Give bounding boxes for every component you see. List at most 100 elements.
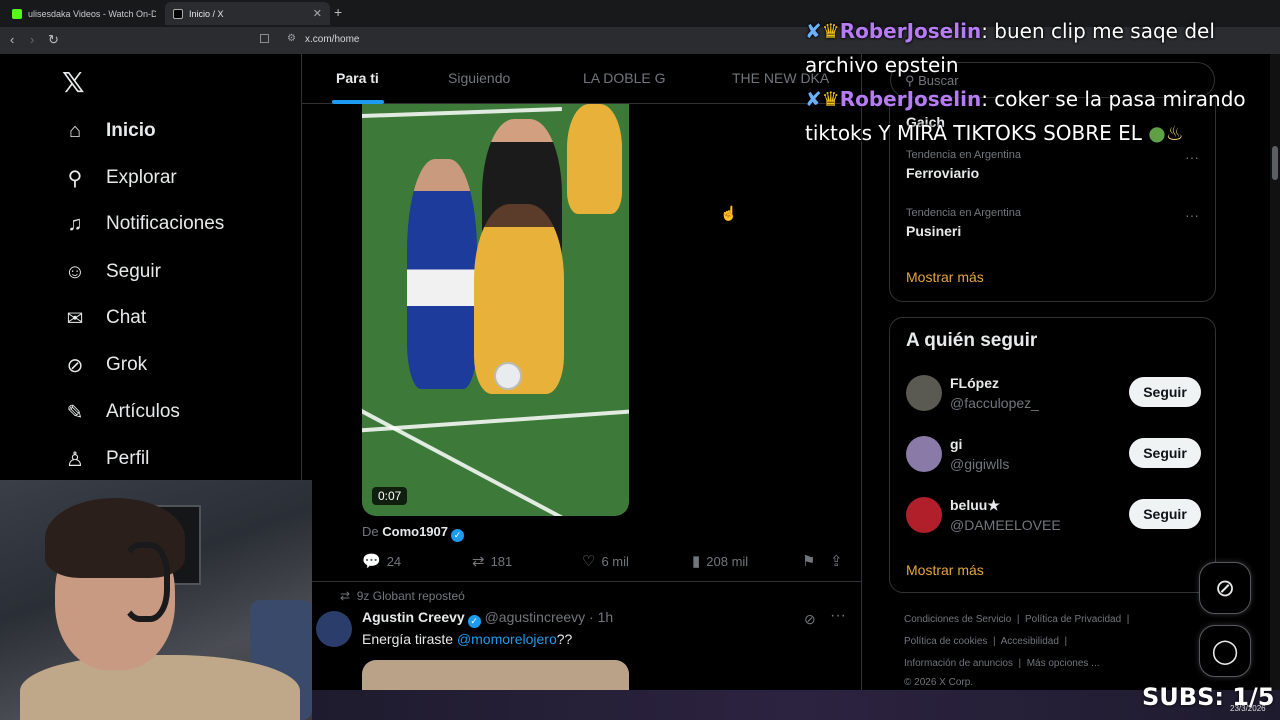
kick-favicon-icon: [12, 8, 22, 19]
footer-link[interactable]: Política de cookies: [904, 636, 987, 647]
verified-badge-icon: ✓: [467, 615, 481, 628]
mention-link[interactable]: @momorelojero: [457, 631, 557, 647]
bookmark-button[interactable]: ⚑: [802, 552, 821, 570]
trend-item[interactable]: Tendencia en Argentina Pusineri: [906, 207, 1021, 239]
suggestion-name[interactable]: beluu★: [950, 497, 1000, 514]
browser-tab-kick[interactable]: ulisesdaka Videos - Watch On-Deman: [4, 2, 164, 25]
chart-icon: ▮: [692, 553, 701, 570]
post-body-end: ??: [556, 631, 573, 647]
suggestion-name[interactable]: gi: [950, 436, 962, 452]
nav-item-grok[interactable]: ⊘ Grok: [62, 347, 148, 383]
footer-links: Condiciones de Servicio | Política de Pr…: [904, 614, 1130, 625]
nav-item-notificaciones[interactable]: ♫ Notificaciones: [62, 206, 225, 242]
nav-label: Explorar: [106, 167, 177, 188]
nav-item-explorar[interactable]: ⚲ Explorar: [62, 160, 177, 196]
footer-links: Información de anuncios | Más opciones .…: [904, 658, 1100, 669]
tab-para-ti[interactable]: Para ti: [336, 70, 379, 86]
search-icon: ⚲: [67, 167, 83, 190]
add-user-icon: ☺: [64, 260, 86, 283]
tab-siguiendo[interactable]: Siguiendo: [448, 70, 510, 86]
author-name[interactable]: Agustin Creevy: [362, 609, 465, 625]
crown-icon: ♛: [821, 87, 840, 111]
trend-item[interactable]: Tendencia en Argentina Ferroviario: [906, 149, 1021, 181]
copyright: © 2026 X Corp.: [904, 677, 974, 688]
nav-item-seguir[interactable]: ☺ Seguir: [62, 254, 161, 290]
forward-icon[interactable]: ›: [30, 32, 34, 47]
webcam-body: [20, 655, 300, 720]
video-source: De Como1907 ✓: [362, 524, 464, 542]
like-count: 6 mil: [601, 553, 629, 569]
grok-fab-button[interactable]: ⊘: [1199, 562, 1251, 614]
avatar[interactable]: [316, 611, 352, 647]
back-icon[interactable]: ‹: [10, 32, 14, 47]
grok-icon: ⊘: [66, 354, 84, 377]
post-actions: 💬 24 ⇄ 181 ♡ 6 mil ▮ 208 mil ⚑ ⇪: [362, 552, 852, 572]
follow-button[interactable]: Seguir: [1129, 438, 1201, 468]
profile-icon: ♙: [66, 448, 84, 471]
close-tab-icon[interactable]: ✕: [313, 7, 322, 20]
source-account-link[interactable]: Como1907: [382, 524, 448, 539]
share-button[interactable]: ⇪: [830, 552, 849, 570]
follow-suggestion[interactable]: FLópez @facculopez_ Seguir: [906, 375, 1201, 415]
author-handle[interactable]: @agustincreevy: [485, 609, 586, 625]
avatar[interactable]: [906, 375, 942, 411]
reply-count: 24: [386, 553, 402, 569]
nav-label: Artículos: [106, 401, 180, 422]
tab-la-doble-g[interactable]: LA DOBLE G: [583, 70, 665, 86]
more-options-icon[interactable]: ···: [1185, 207, 1199, 223]
nav-item-articulos[interactable]: ✎ Artículos: [62, 394, 180, 430]
headphones-icon: [120, 542, 170, 622]
right-sidebar: ⚲ Buscar Gaich Tendencia en Argentina Fe…: [862, 54, 1280, 720]
nav-label: Notificaciones: [106, 213, 225, 234]
post-text: Energía tiraste @momorelojero??: [362, 631, 572, 647]
follow-suggestion[interactable]: beluu★ @DAMEELOVEE Seguir: [906, 497, 1201, 537]
nav-item-inicio[interactable]: ⌂ Inicio: [62, 113, 156, 149]
chat-username: RoberJoselin: [839, 87, 982, 111]
suggestion-handle: @gigiwlls: [950, 456, 1010, 472]
suggestion-name[interactable]: FLópez: [950, 375, 999, 391]
view-count: 208 mil: [706, 553, 749, 569]
grok-icon[interactable]: ⊘: [804, 611, 816, 628]
follow-suggestion[interactable]: gi @gigiwlls Seguir: [906, 436, 1201, 476]
avatar[interactable]: [906, 497, 942, 533]
more-options-icon[interactable]: ···: [1185, 149, 1199, 165]
avatar[interactable]: [906, 436, 942, 472]
x-logo-icon[interactable]: 𝕏: [62, 66, 85, 99]
footer-link[interactable]: Más opciones ...: [1027, 658, 1100, 669]
url-field[interactable]: x.com/home: [305, 34, 359, 45]
footer-link[interactable]: Política de Privacidad: [1025, 614, 1121, 625]
webcam-overlay: [0, 480, 312, 720]
footer-link[interactable]: Accesibilidad: [1001, 636, 1059, 647]
reload-icon[interactable]: ↻: [48, 32, 59, 48]
repost-indicator[interactable]: ⇄ 9z Globant reposteó: [340, 589, 465, 603]
new-tab-icon[interactable]: +: [334, 4, 342, 20]
who-to-follow-panel: A quién seguir FLópez @facculopez_ Segui…: [889, 317, 1216, 593]
repost-button[interactable]: ⇄ 181: [472, 552, 512, 570]
browser-tab-x[interactable]: Inicio / X ✕: [165, 2, 330, 25]
moderator-sword-icon: ✘: [805, 87, 822, 111]
reply-button[interactable]: 💬 24: [362, 552, 401, 570]
post-time[interactable]: · 1h: [589, 609, 613, 625]
trend-name: Ferroviario: [906, 165, 980, 181]
views-button[interactable]: ▮ 208 mil: [692, 552, 748, 570]
like-button[interactable]: ♡ 6 mil: [582, 552, 629, 570]
more-options-icon[interactable]: ···: [830, 607, 846, 625]
nav-item-perfil[interactable]: ♙ Perfil: [62, 441, 149, 477]
chat-username: RoberJoselin: [839, 19, 982, 43]
chat-message: ✘♛RoberJoselin: coker se la pasa mirando…: [805, 82, 1275, 150]
video-player[interactable]: 0:07: [362, 104, 629, 516]
nav-item-chat[interactable]: ✉ Chat: [62, 300, 147, 336]
bookmark-icon[interactable]: ☐: [259, 32, 270, 46]
footer-link[interactable]: Condiciones de Servicio: [904, 614, 1011, 625]
scrollbar-thumb[interactable]: [1272, 146, 1278, 180]
article-icon: ✎: [66, 401, 84, 424]
follow-button[interactable]: Seguir: [1129, 377, 1201, 407]
chat-message: ✘♛RoberJoselin: buen clip me saqe del ar…: [805, 14, 1275, 82]
site-info-icon[interactable]: ⚙: [287, 33, 296, 44]
show-more-link[interactable]: Mostrar más: [906, 269, 984, 285]
stream-chat-overlay: ✘♛RoberJoselin: buen clip me saqe del ar…: [805, 14, 1275, 150]
show-more-link[interactable]: Mostrar más: [906, 562, 984, 578]
footer-link[interactable]: Información de anuncios: [904, 658, 1013, 669]
chat-fab-button[interactable]: ◯: [1199, 625, 1251, 677]
follow-button[interactable]: Seguir: [1129, 499, 1201, 529]
